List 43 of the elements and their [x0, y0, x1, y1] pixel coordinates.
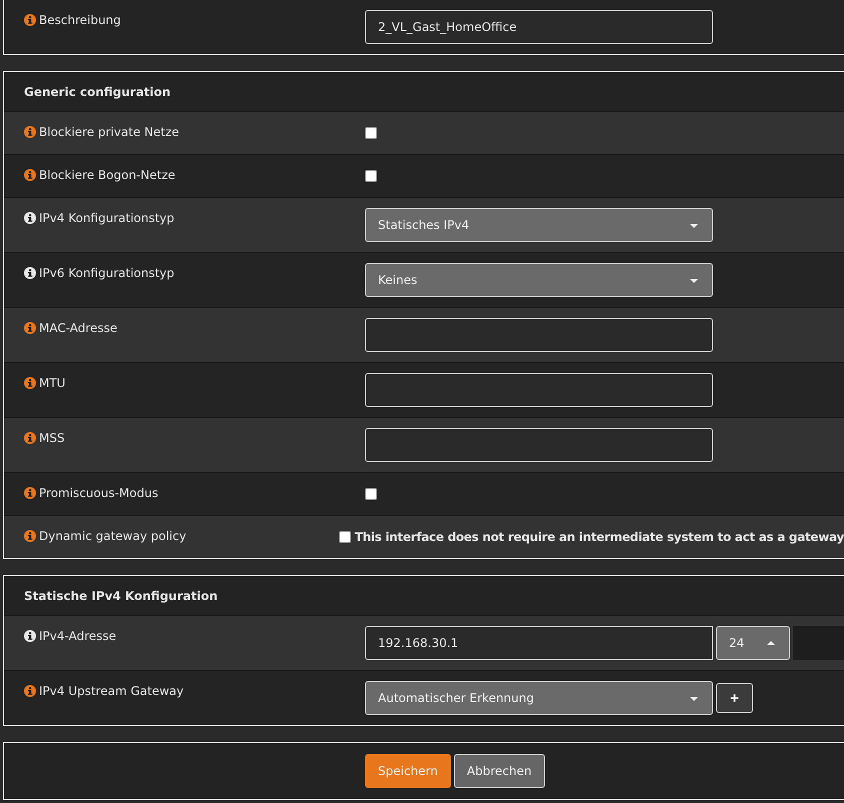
ip-address-field[interactable]: 192.168.30.1	[365, 626, 713, 660]
info-icon[interactable]	[24, 530, 36, 542]
text-field[interactable]: 2_VL_Gast_HomeOffice	[365, 10, 713, 44]
info-icon[interactable]	[24, 322, 36, 334]
field-label: IPv4 Konfigurationstyp	[39, 210, 174, 226]
field-label: IPv6 Konfigurationstyp	[39, 265, 174, 281]
text-field[interactable]	[365, 428, 713, 462]
field-label: Blockiere private Netze	[39, 124, 180, 140]
field-label: Blockiere Bogon-Netze	[39, 167, 176, 183]
field-label: Beschreibung	[39, 12, 121, 28]
info-icon[interactable]	[24, 212, 36, 224]
checkbox-label: This interface does not require an intermediate system to act as a gateway	[354, 530, 844, 544]
info-icon[interactable]	[24, 126, 36, 138]
field-label: Promiscuous-Modus	[39, 485, 158, 501]
info-icon[interactable]	[24, 630, 36, 642]
info-icon[interactable]	[24, 169, 36, 181]
add-button[interactable]: +	[716, 683, 753, 713]
checkbox[interactable]	[365, 127, 377, 139]
field-label: MAC-Adresse	[39, 320, 118, 336]
info-icon[interactable]	[24, 377, 36, 389]
checkbox[interactable]	[365, 488, 377, 500]
field-label: IPv4 Upstream Gateway	[39, 683, 184, 699]
section-title: Statische IPv4 Konfiguration	[24, 588, 218, 602]
field-label: MTU	[39, 375, 66, 391]
field-label: MSS	[39, 430, 65, 446]
section-title: Generic configuration	[24, 84, 171, 98]
prefix-dropdown[interactable]: 24	[716, 626, 790, 660]
info-icon[interactable]	[24, 487, 36, 499]
info-icon[interactable]	[24, 14, 36, 26]
cancel-button[interactable]: Abbrechen	[454, 754, 545, 788]
info-icon[interactable]	[24, 685, 36, 697]
checkbox[interactable]	[365, 170, 377, 182]
info-icon[interactable]	[24, 432, 36, 444]
checkbox[interactable]	[338, 531, 351, 543]
field-label: IPv4-Adresse	[39, 628, 116, 644]
text-field[interactable]	[365, 318, 713, 352]
text-field[interactable]	[365, 373, 713, 407]
field-label: Dynamic gateway policy	[39, 528, 186, 544]
info-icon[interactable]	[24, 267, 36, 279]
gateway-dropdown[interactable]: Automatischer Erkennung	[365, 681, 713, 715]
dropdown[interactable]: Keines	[365, 263, 713, 297]
dropdown[interactable]: Statisches IPv4	[365, 208, 713, 242]
save-button[interactable]: Speichern	[365, 754, 451, 788]
